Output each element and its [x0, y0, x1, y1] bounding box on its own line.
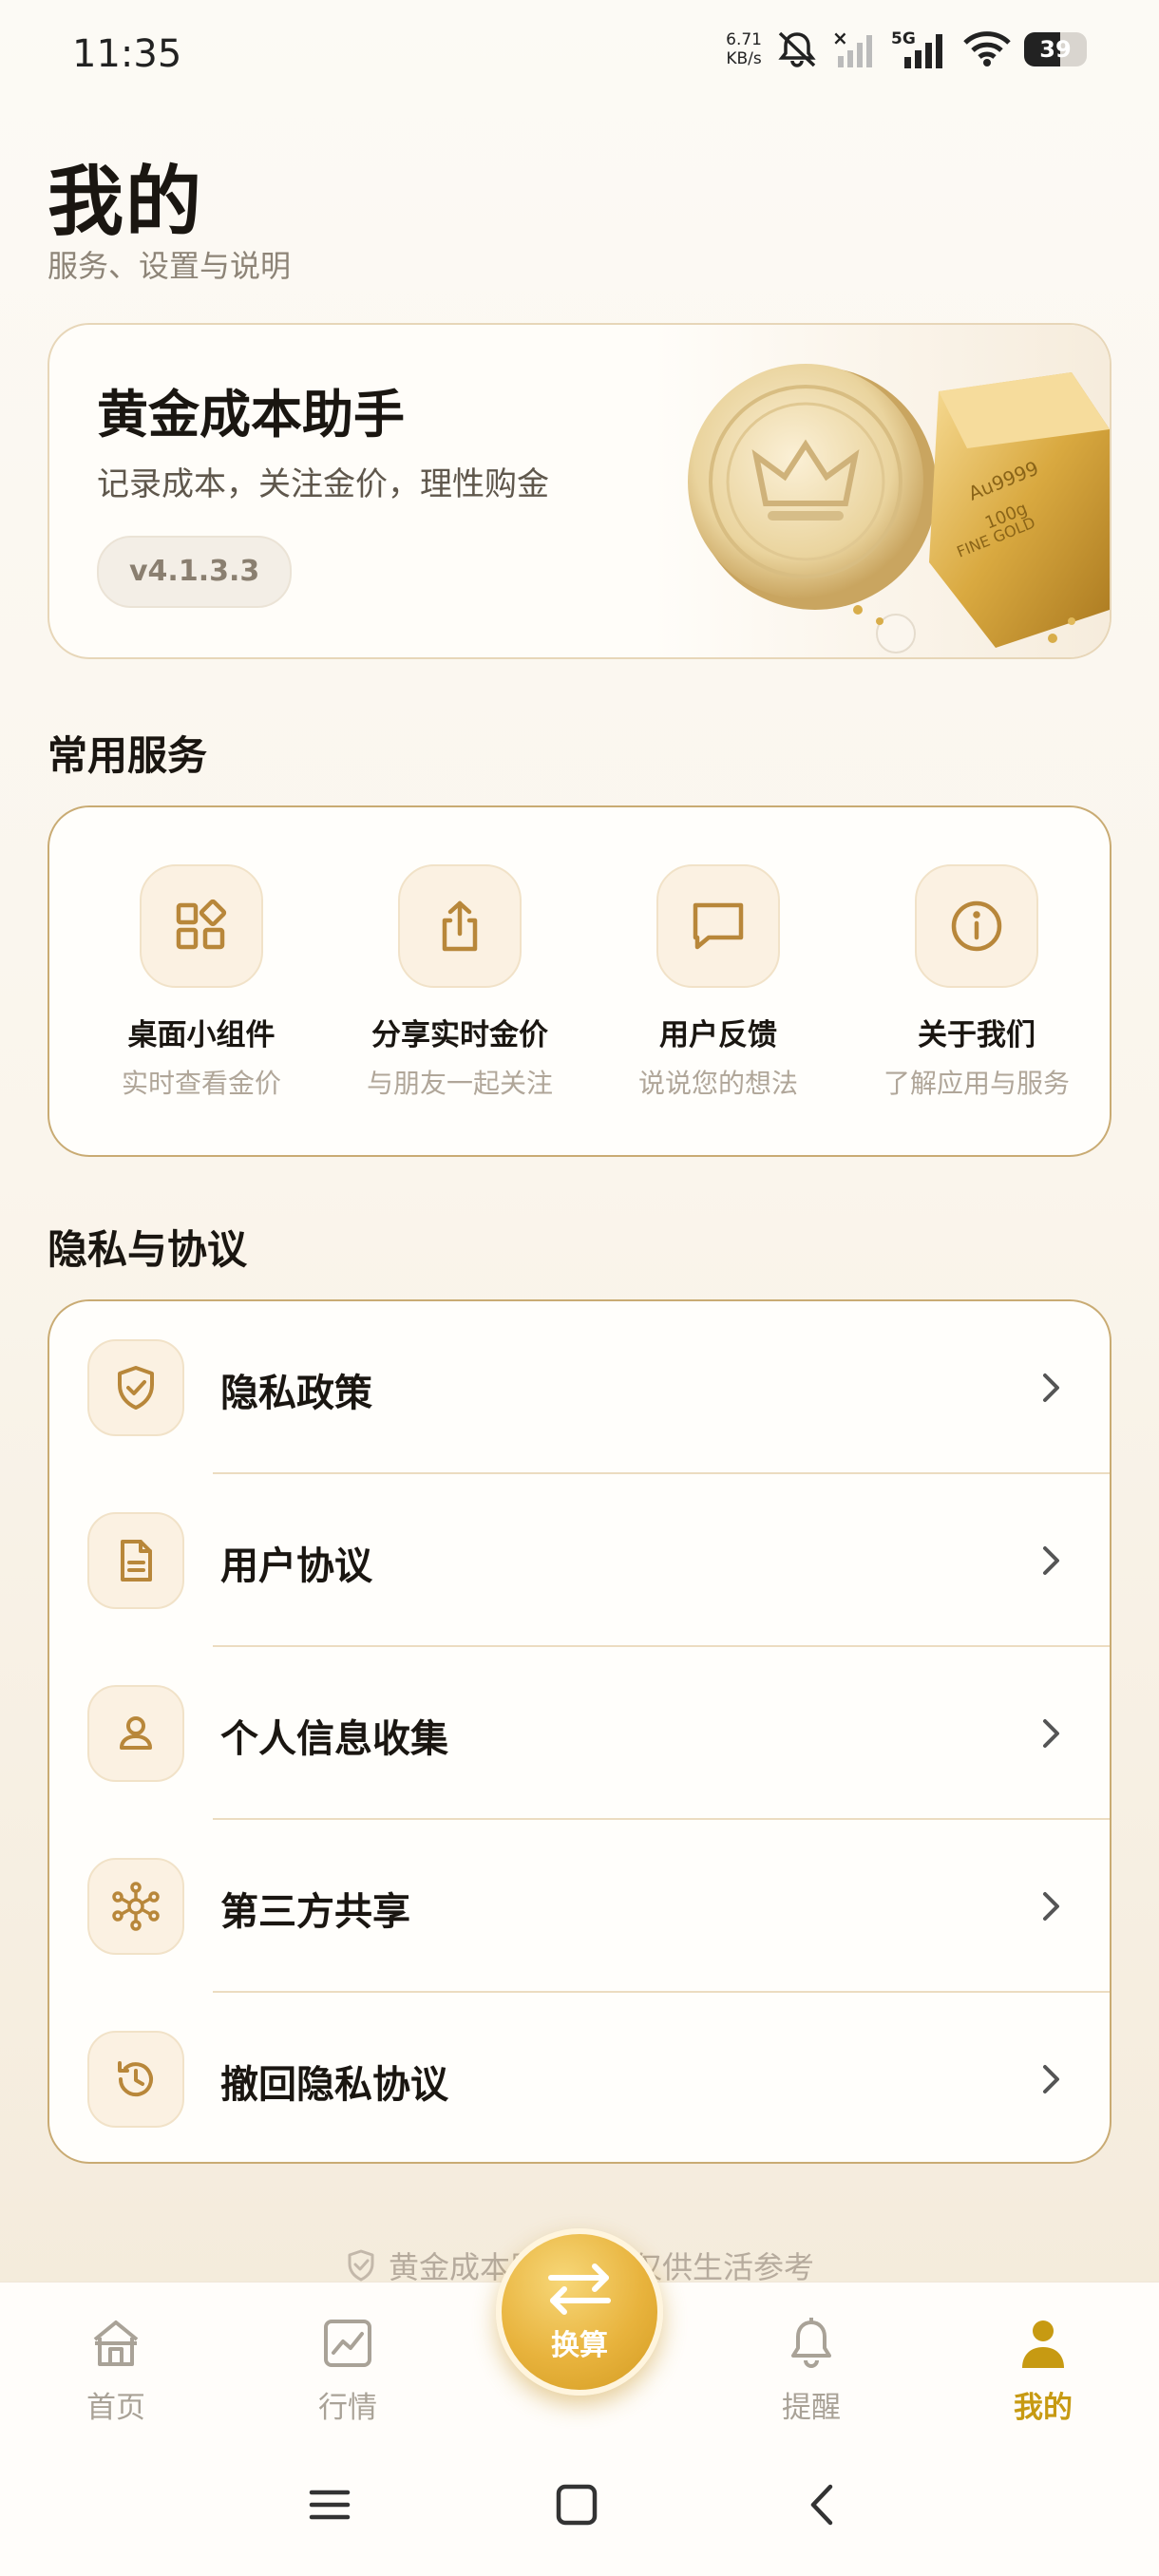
third-party-sharing-item[interactable]: 第三方共享	[49, 1820, 1110, 1993]
privacy-list: 隐私政策 用户协议 个人信息收集 第三方共享 撤回隐私协议	[48, 1299, 1112, 2164]
chevron-right-icon	[1043, 1546, 1059, 1575]
profile-icon	[1022, 2320, 1064, 2368]
wifi-icon	[963, 31, 1011, 67]
tab-market[interactable]: 行情	[281, 2315, 414, 2426]
system-nav-bar	[0, 2443, 1159, 2576]
user-agreement-item[interactable]: 用户协议	[49, 1474, 1110, 1647]
service-share-price[interactable]: 分享实时金价 与朋友一起关注	[331, 864, 589, 1101]
net-speed: 6.71 KB/s	[726, 30, 762, 68]
tab-profile[interactable]: 我的	[977, 2315, 1110, 2426]
info-icon	[915, 864, 1038, 988]
signal-5g-icon: 5G	[891, 28, 950, 70]
service-about[interactable]: 关于我们 了解应用与服务	[847, 864, 1106, 1101]
chevron-right-icon	[1043, 1373, 1059, 1402]
gold-illustration: Au9999 100g FINE GOLD	[654, 325, 1110, 657]
page-title: 我的	[48, 158, 203, 246]
status-time: 11:35	[72, 32, 182, 76]
document-icon	[87, 1512, 184, 1609]
person-icon	[87, 1685, 184, 1782]
revoke-privacy-item[interactable]: 撤回隐私协议	[49, 1993, 1110, 2162]
convert-button[interactable]: 换算	[496, 2228, 663, 2396]
app-name: 黄金成本助手	[97, 385, 405, 445]
widgets-icon	[140, 864, 263, 988]
service-widgets[interactable]: 桌面小组件 实时查看金价	[72, 864, 331, 1101]
chevron-right-icon	[1043, 2065, 1059, 2093]
tab-home[interactable]: 首页	[49, 2315, 182, 2426]
chevron-right-icon	[1043, 1719, 1059, 1748]
service-feedback[interactable]: 用户反馈 说说您的想法	[589, 864, 847, 1101]
svg-text:5G: 5G	[891, 29, 916, 48]
privacy-section-title: 隐私与协议	[48, 1226, 248, 1273]
personal-info-item[interactable]: 个人信息收集	[49, 1647, 1110, 1820]
bell-icon	[791, 2318, 831, 2368]
home-icon	[93, 2320, 139, 2366]
app-description: 记录成本，关注金价，理性购金	[97, 465, 549, 503]
signal-off-icon: ×	[832, 29, 878, 69]
share-network-icon	[87, 1858, 184, 1955]
shield-check-icon	[87, 1339, 184, 1436]
home-square-icon[interactable]	[553, 2481, 600, 2529]
share-icon	[398, 864, 522, 988]
tab-alerts[interactable]: 提醒	[745, 2315, 878, 2426]
app-info-card: 黄金成本助手 记录成本，关注金价，理性购金 v4.1.3.3 Au9999 10…	[48, 323, 1112, 659]
status-icons: 6.71 KB/s × 5G 39	[726, 28, 1087, 70]
svg-text:×: ×	[832, 29, 848, 49]
privacy-policy-item[interactable]: 隐私政策	[49, 1301, 1110, 1474]
message-icon	[656, 864, 780, 988]
back-icon[interactable]	[800, 2481, 847, 2529]
services-card: 桌面小组件 实时查看金价 分享实时金价 与朋友一起关注 用户反馈 说说您的想法 …	[48, 805, 1112, 1157]
chart-icon	[324, 2320, 371, 2367]
history-icon	[87, 2031, 184, 2128]
page-subtitle: 服务、设置与说明	[48, 248, 292, 284]
battery-icon: 39	[1024, 32, 1087, 66]
chevron-right-icon	[1043, 1892, 1059, 1921]
swap-icon	[548, 2263, 611, 2315]
menu-icon[interactable]	[306, 2481, 353, 2529]
version-badge: v4.1.3.3	[97, 536, 293, 608]
mute-icon	[775, 30, 819, 68]
services-section-title: 常用服务	[48, 732, 208, 779]
shield-check-icon	[348, 2249, 374, 2282]
